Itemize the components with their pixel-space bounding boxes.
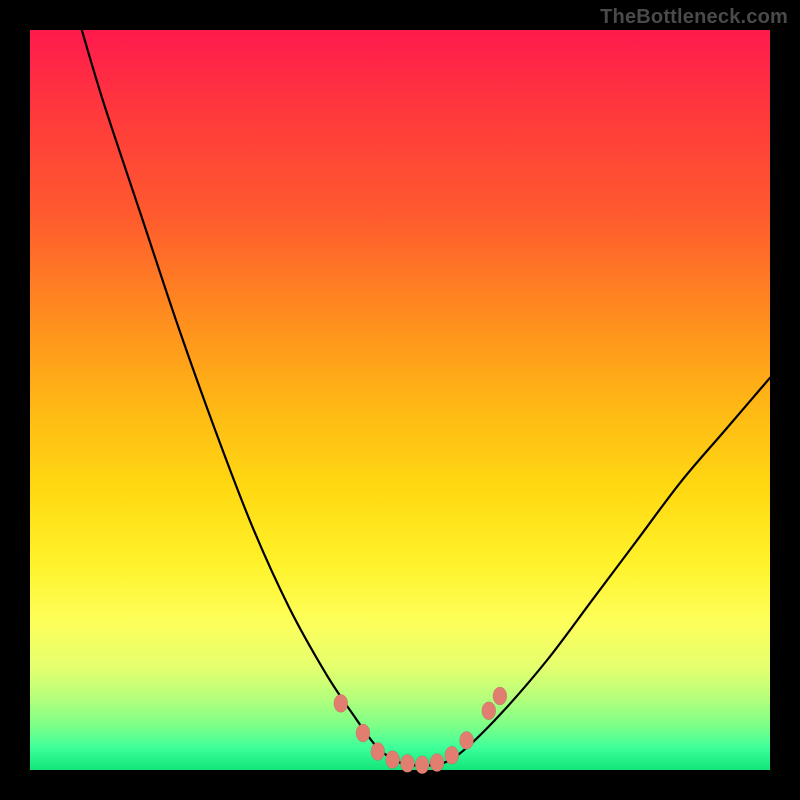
curve-marker — [400, 754, 414, 772]
chart-svg — [30, 30, 770, 770]
curve-marker — [371, 743, 385, 761]
chart-frame: TheBottleneck.com — [0, 0, 800, 800]
bottleneck-curve — [82, 30, 770, 766]
curve-marker — [493, 687, 507, 705]
curve-marker — [356, 724, 370, 742]
curve-marker — [334, 694, 348, 712]
curve-marker — [386, 751, 400, 769]
curve-marker — [415, 756, 429, 774]
watermark-text: TheBottleneck.com — [600, 6, 788, 29]
curve-marker — [482, 702, 496, 720]
plot-area — [30, 30, 770, 770]
curve-marker — [445, 746, 459, 764]
curve-marker — [430, 754, 444, 772]
curve-marker — [460, 731, 474, 749]
curve-markers-group — [334, 687, 507, 774]
